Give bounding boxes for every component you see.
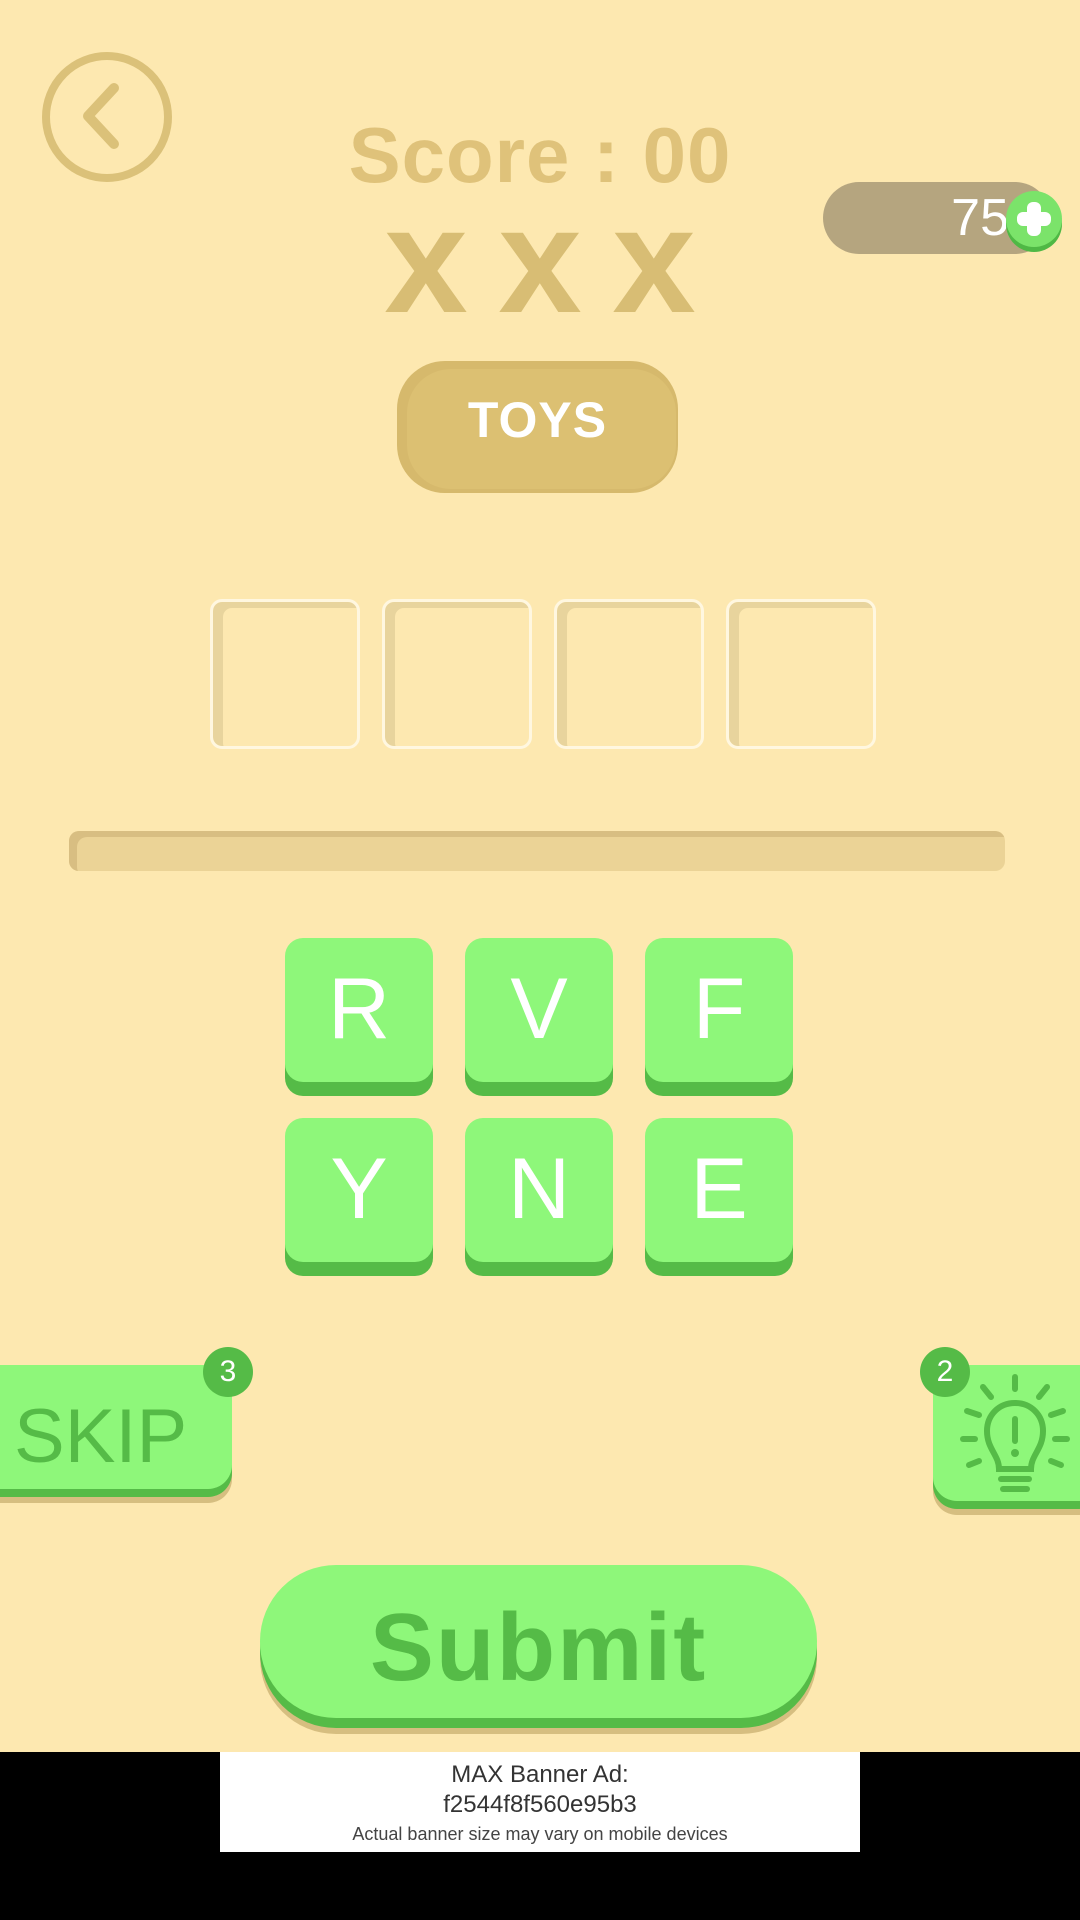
answer-slot[interactable]	[210, 599, 360, 749]
svg-text:x: x	[612, 200, 695, 318]
banner-ad[interactable]: MAX Banner Ad: f2544f8f560e95b3 Actual b…	[220, 1752, 860, 1852]
skip-count-badge: 3	[203, 1347, 253, 1397]
ad-title-line: MAX Banner Ad:	[451, 1761, 629, 1788]
add-coins-button[interactable]	[1006, 191, 1062, 247]
letter-tile[interactable]: R	[285, 938, 433, 1082]
plus-icon	[1017, 202, 1051, 236]
skip-label: SKIP	[14, 1394, 188, 1479]
category-label: TOYS	[467, 392, 608, 448]
svg-text:x: x	[384, 200, 467, 318]
lightbulb-icon	[960, 1374, 1070, 1492]
answer-slot[interactable]	[554, 599, 704, 749]
category-badge: TOYS	[397, 361, 678, 493]
answer-slots	[210, 599, 876, 749]
ad-area: MAX Banner Ad: f2544f8f560e95b3 Actual b…	[0, 1752, 1080, 1920]
ad-id-line: f2544f8f560e95b3	[443, 1791, 637, 1818]
letter-tiles: R V F Y N E	[285, 938, 795, 1262]
timer-progress-bar	[69, 831, 1005, 871]
tile-letter: V	[510, 961, 568, 1057]
letter-tile[interactable]: E	[645, 1118, 793, 1262]
tile-letter: E	[690, 1141, 748, 1237]
coin-count: 75	[951, 189, 1009, 247]
submit-button[interactable]: Submit	[260, 1565, 817, 1718]
tile-letter: R	[327, 961, 391, 1057]
tile-letter: F	[692, 961, 746, 1057]
strike-mark: x	[612, 200, 695, 318]
game-screen: Score : 00 x x x 75 TOYS R V F Y N E SKI…	[0, 0, 1080, 1920]
strike-mark: x	[384, 200, 467, 318]
letter-tile[interactable]: Y	[285, 1118, 433, 1262]
answer-slot[interactable]	[382, 599, 532, 749]
answer-slot[interactable]	[726, 599, 876, 749]
strike-mark: x	[498, 200, 581, 318]
letter-tile[interactable]: F	[645, 938, 793, 1082]
letter-tile[interactable]: N	[465, 1118, 613, 1262]
ad-note: Actual banner size may vary on mobile de…	[352, 1824, 728, 1844]
submit-label: Submit	[369, 1594, 708, 1701]
ad-title: MAX Banner Ad: f2544f8f560e95b3	[220, 1760, 860, 1820]
hint-count-badge: 2	[920, 1347, 970, 1397]
skip-button[interactable]: SKIP	[0, 1365, 232, 1489]
tile-letter: Y	[330, 1141, 388, 1237]
svg-text:x: x	[498, 200, 581, 318]
tile-letter: N	[507, 1141, 571, 1237]
letter-tile[interactable]: V	[465, 938, 613, 1082]
